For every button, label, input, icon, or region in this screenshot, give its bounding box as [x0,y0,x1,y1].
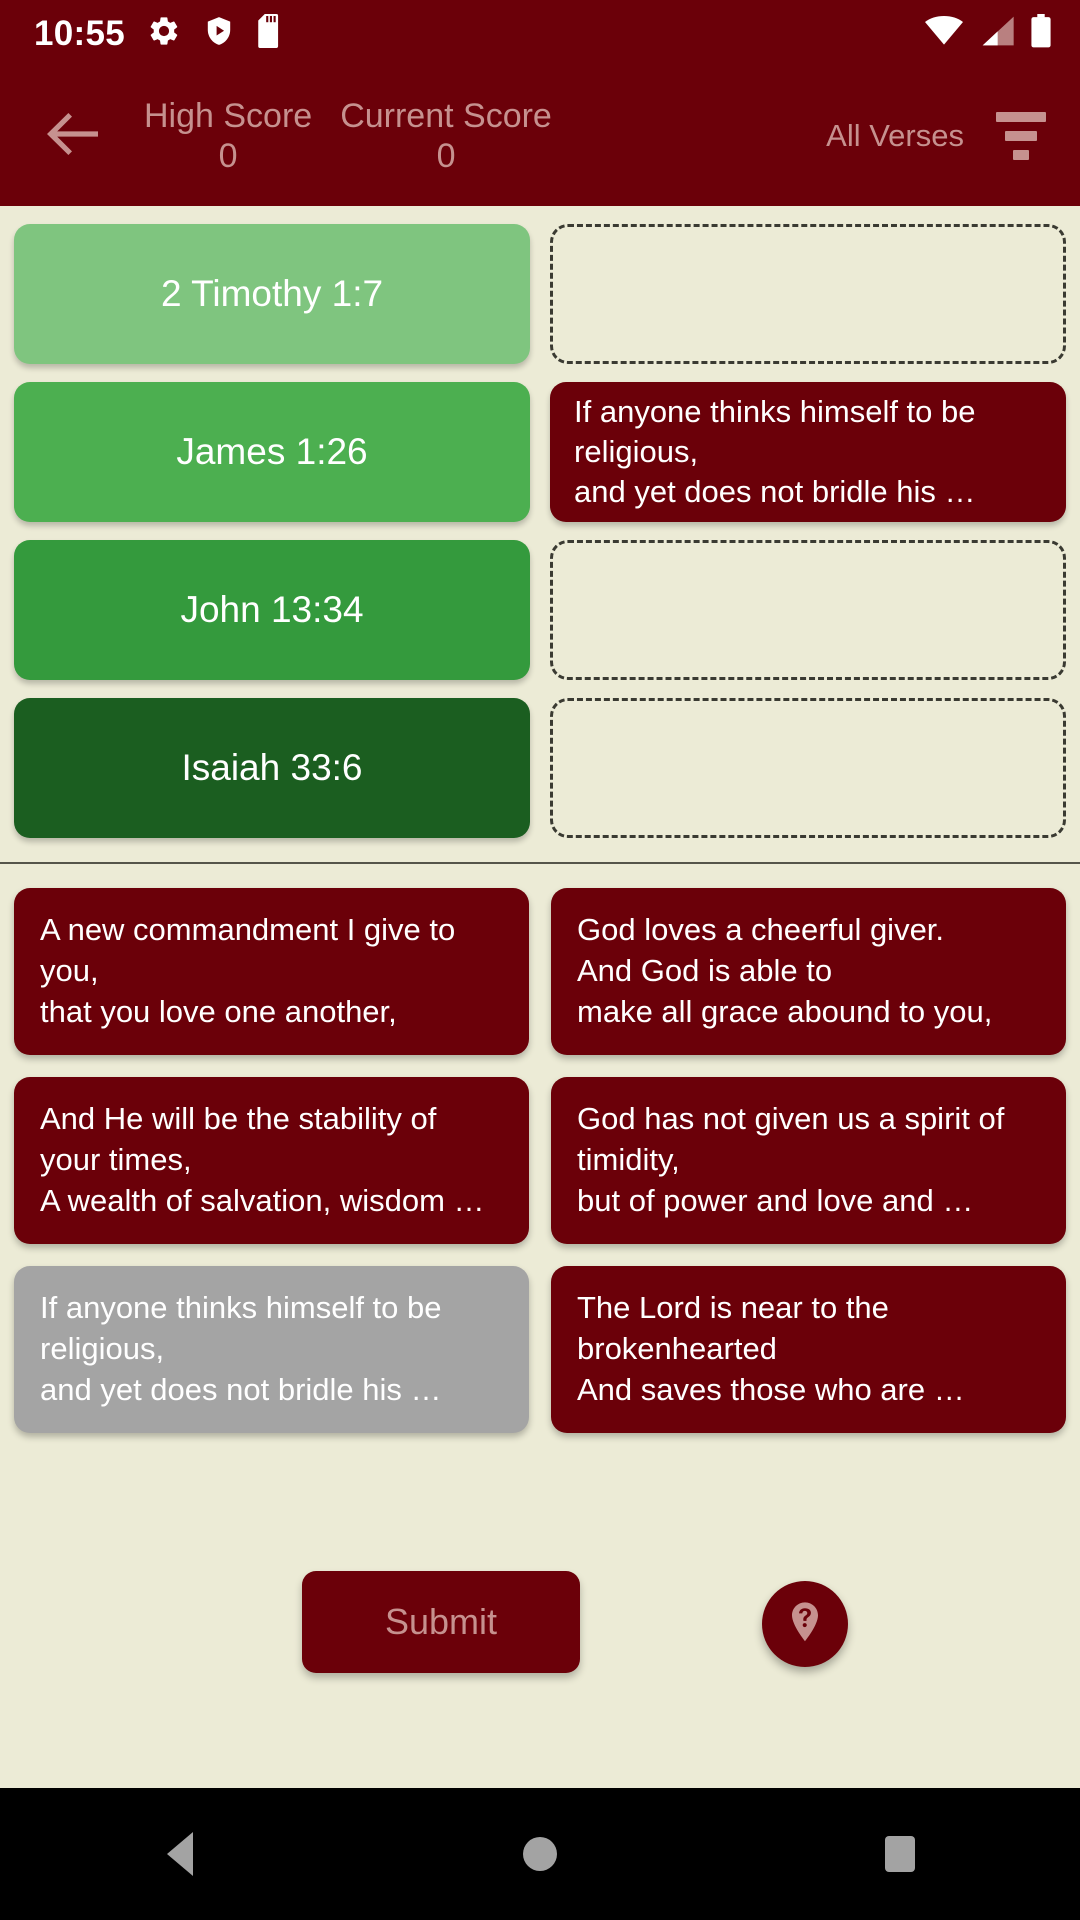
verse-option-card-used: If anyone thinks himself to be religious… [14,1266,529,1433]
app-root: 10:55 High Score 0 Current Score 0 All V… [0,0,1080,1920]
verse-option-card[interactable]: God loves a cheerful giver. And God is a… [551,888,1066,1055]
status-bar: 10:55 [0,0,1080,66]
nav-recents-button[interactable] [830,1788,970,1920]
answer-drop-zone[interactable] [550,540,1066,680]
match-row: Isaiah 33:6 [0,698,1080,838]
filter-bar-bottom [1013,150,1029,160]
verse-option-text: And He will be the stability of your tim… [40,1101,485,1218]
nav-recents-icon [885,1836,915,1872]
status-time: 10:55 [34,13,126,53]
shield-play-icon [203,14,235,53]
match-row: John 13:34 [0,540,1080,680]
arrow-left-icon [44,110,100,163]
match-area: 2 Timothy 1:7 James 1:26 If anyone think… [0,206,1080,856]
status-bar-left: 10:55 [34,13,285,53]
answer-drop-zone[interactable] [550,698,1066,838]
current-score-block: Current Score 0 [340,96,552,176]
wifi-icon [924,15,964,51]
filter-bar-top [996,112,1046,122]
verse-reference-card[interactable]: John 13:34 [14,540,530,680]
android-nav-bar [0,1788,1080,1920]
filter-icon[interactable] [992,107,1050,165]
filter-label[interactable]: All Verses [826,118,964,154]
verse-option-card[interactable]: The Lord is near to the brokenhearted An… [551,1266,1066,1433]
submit-button[interactable]: Submit [302,1571,580,1673]
high-score-value: 0 [218,137,238,175]
cell-signal-icon [978,16,1016,51]
sd-card-icon [257,13,285,53]
app-bar: High Score 0 Current Score 0 All Verses [0,66,1080,206]
match-row: 2 Timothy 1:7 [0,224,1080,364]
option-row: If anyone thinks himself to be religious… [14,1266,1066,1433]
verse-options-area: A new commandment I give to you, that yo… [0,864,1080,1455]
verse-option-text: A new commandment I give to you, that yo… [40,912,456,1029]
answer-text: If anyone thinks himself to be religious… [574,394,976,509]
nav-back-button[interactable] [110,1788,250,1920]
high-score-label: High Score [144,96,313,135]
option-row: A new commandment I give to you, that yo… [14,888,1066,1055]
score-panel: High Score 0 Current Score 0 [144,96,552,176]
gear-icon [147,14,181,53]
verse-reference-card[interactable]: Isaiah 33:6 [14,698,530,838]
footer-area: Submit [0,1455,1080,1788]
verse-option-text: God loves a cheerful giver. And God is a… [577,912,993,1029]
verse-option-card[interactable]: A new commandment I give to you, that yo… [14,888,529,1055]
verse-option-card[interactable]: God has not given us a spirit of timidit… [551,1077,1066,1244]
high-score-block: High Score 0 [144,96,312,176]
help-pin-icon [781,1598,829,1651]
filter-area: All Verses [826,107,1050,165]
match-row: James 1:26 If anyone thinks himself to b… [0,382,1080,522]
verse-option-card[interactable]: And He will be the stability of your tim… [14,1077,529,1244]
verse-reference-card[interactable]: 2 Timothy 1:7 [14,224,530,364]
status-bar-right [924,13,1052,53]
current-score-label: Current Score [340,96,552,135]
answer-drop-zone[interactable]: If anyone thinks himself to be religious… [550,382,1066,522]
verse-option-text: If anyone thinks himself to be religious… [40,1290,442,1407]
current-score-value: 0 [436,137,456,175]
filter-bar-middle [1005,131,1037,141]
back-button[interactable] [34,98,110,174]
nav-back-icon [167,1832,193,1876]
verse-option-text: The Lord is near to the brokenhearted An… [577,1290,965,1407]
verse-reference-card[interactable]: James 1:26 [14,382,530,522]
nav-home-button[interactable] [470,1788,610,1920]
verse-option-text: God has not given us a spirit of timidit… [577,1101,1005,1218]
battery-icon [1030,13,1052,53]
nav-home-icon [523,1837,557,1871]
option-row: And He will be the stability of your tim… [14,1077,1066,1244]
help-button[interactable] [762,1581,848,1667]
answer-drop-zone[interactable] [550,224,1066,364]
